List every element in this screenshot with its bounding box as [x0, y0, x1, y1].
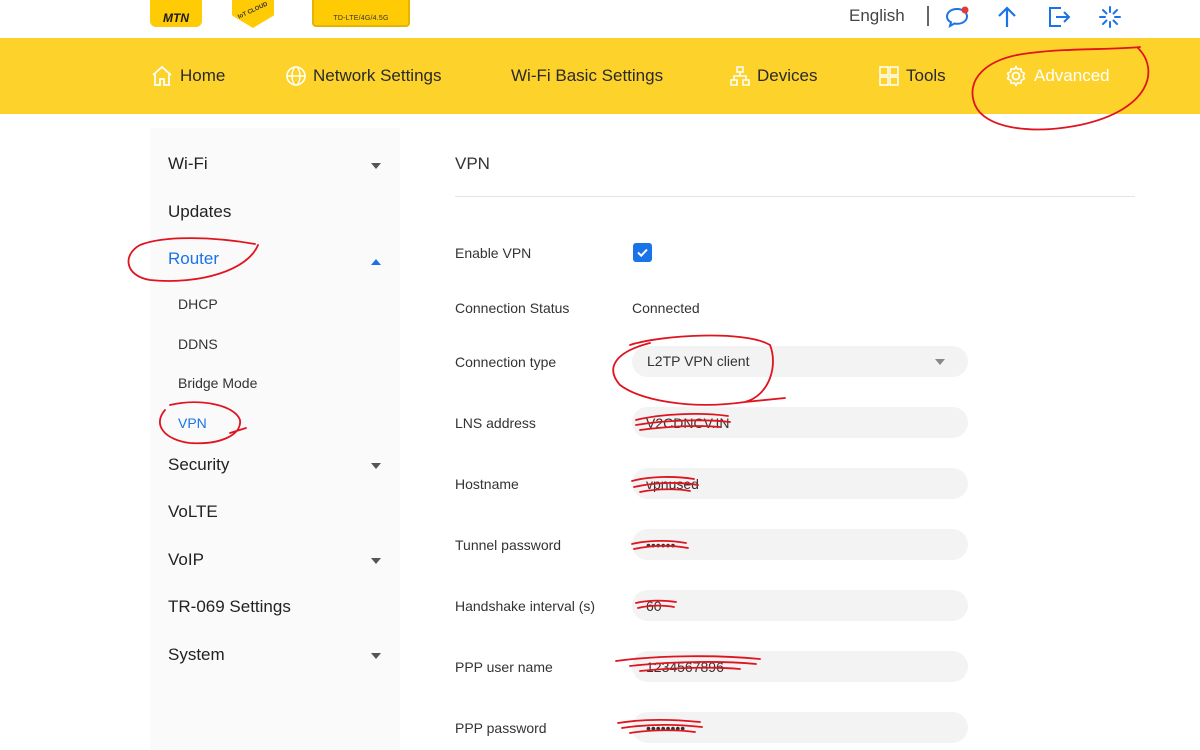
badge-text: TD-LTE/4G/4.5G: [333, 15, 389, 22]
sidebar-subitem-vpn[interactable]: VPN: [178, 415, 207, 431]
sidebar-item-updates[interactable]: Updates: [168, 202, 231, 222]
sidebar-subitem-bridge-mode[interactable]: Bridge Mode: [178, 375, 257, 391]
nav-home-label: Home: [180, 66, 226, 85]
mtn-logo-text: MTN: [163, 11, 189, 25]
ppp-password-label: PPP password: [455, 720, 547, 736]
enable-vpn-checkbox[interactable]: [633, 243, 652, 262]
sidebar: Wi-Fi Updates Router DHCP DDNS Bridge Mo…: [150, 128, 400, 750]
handshake-interval-input[interactable]: [632, 590, 968, 621]
nav-home[interactable]: Home: [150, 38, 225, 114]
iot-logo-text: IoT CLOUD: [237, 1, 269, 21]
connection-type-select[interactable]: L2TP VPN client: [632, 346, 968, 377]
page-title: VPN: [455, 154, 490, 173]
enable-vpn-label: Enable VPN: [455, 245, 532, 261]
hostname-input[interactable]: [632, 468, 968, 499]
ppp-user-name-input[interactable]: [632, 651, 968, 682]
gear-icon: [1006, 65, 1026, 87]
main-nav: Home Network Settings Wi-Fi Basic Settin…: [0, 38, 1200, 114]
chevron-down-icon[interactable]: [371, 163, 381, 169]
sidebar-item-router[interactable]: Router: [168, 249, 219, 269]
chevron-down-icon: [935, 359, 945, 365]
checkmark-icon: [637, 248, 648, 258]
handshake-interval-label: Handshake interval (s): [455, 598, 596, 614]
ppp-password-input[interactable]: [632, 712, 968, 743]
connection-status-value: Connected: [632, 300, 700, 316]
product-badge: TD-LTE/4G/4.5G: [312, 0, 410, 27]
message-icon[interactable]: [944, 4, 970, 30]
ppp-user-name-label: PPP user name: [455, 659, 553, 675]
nav-advanced[interactable]: Advanced: [1004, 38, 1110, 114]
mtn-logo: MTN: [150, 0, 202, 27]
logout-icon[interactable]: [1046, 4, 1072, 30]
home-icon: [152, 65, 172, 86]
sidebar-subitem-dhcp[interactable]: DHCP: [178, 296, 218, 312]
sidebar-item-wifi[interactable]: Wi-Fi: [168, 154, 208, 174]
iot-cloud-logo: IoT CLOUD: [232, 0, 274, 28]
nav-tools[interactable]: Tools: [878, 38, 946, 114]
sidebar-item-volte[interactable]: VoLTE: [168, 502, 218, 522]
tunnel-password-label: Tunnel password: [455, 537, 562, 553]
sidebar-subitem-ddns[interactable]: DDNS: [178, 336, 218, 352]
nav-devices[interactable]: Devices: [729, 38, 817, 114]
devices-icon: [730, 66, 750, 86]
nav-wifi-basic-settings[interactable]: Wi-Fi Basic Settings: [511, 38, 663, 114]
sidebar-item-voip[interactable]: VoIP: [168, 550, 204, 570]
connection-type-label: Connection type: [455, 354, 557, 370]
sidebar-item-security[interactable]: Security: [168, 455, 229, 475]
chevron-down-icon[interactable]: [371, 463, 381, 469]
chevron-down-icon[interactable]: [371, 558, 381, 564]
upload-icon[interactable]: [994, 4, 1020, 30]
language-selector[interactable]: English: [849, 6, 905, 26]
globe-icon: [286, 66, 306, 86]
loading-icon: [1099, 6, 1121, 28]
nav-network-settings[interactable]: Network Settings: [285, 38, 442, 114]
lns-address-label: LNS address: [455, 415, 536, 431]
title-divider: [455, 196, 1135, 197]
hostname-label: Hostname: [455, 476, 519, 492]
sidebar-item-tr069-settings[interactable]: TR-069 Settings: [168, 597, 291, 617]
chevron-up-icon[interactable]: [371, 259, 381, 265]
connection-type-value: L2TP VPN client: [647, 353, 750, 369]
tunnel-password-input[interactable]: [632, 529, 968, 560]
top-bar: MTN IoT CLOUD TD-LTE/4G/4.5G English: [0, 0, 1200, 38]
chevron-down-icon[interactable]: [371, 653, 381, 659]
nav-network-settings-label: Network Settings: [313, 66, 442, 85]
connection-status-label: Connection Status: [455, 300, 570, 316]
nav-devices-label: Devices: [757, 66, 818, 85]
tools-icon: [879, 66, 899, 86]
language-divider: [927, 6, 929, 26]
nav-tools-label: Tools: [906, 66, 946, 85]
nav-wifi-basic-settings-label: Wi-Fi Basic Settings: [511, 66, 664, 85]
nav-advanced-label: Advanced: [1034, 66, 1110, 85]
lns-address-input[interactable]: [632, 407, 968, 438]
sidebar-item-system[interactable]: System: [168, 645, 225, 665]
